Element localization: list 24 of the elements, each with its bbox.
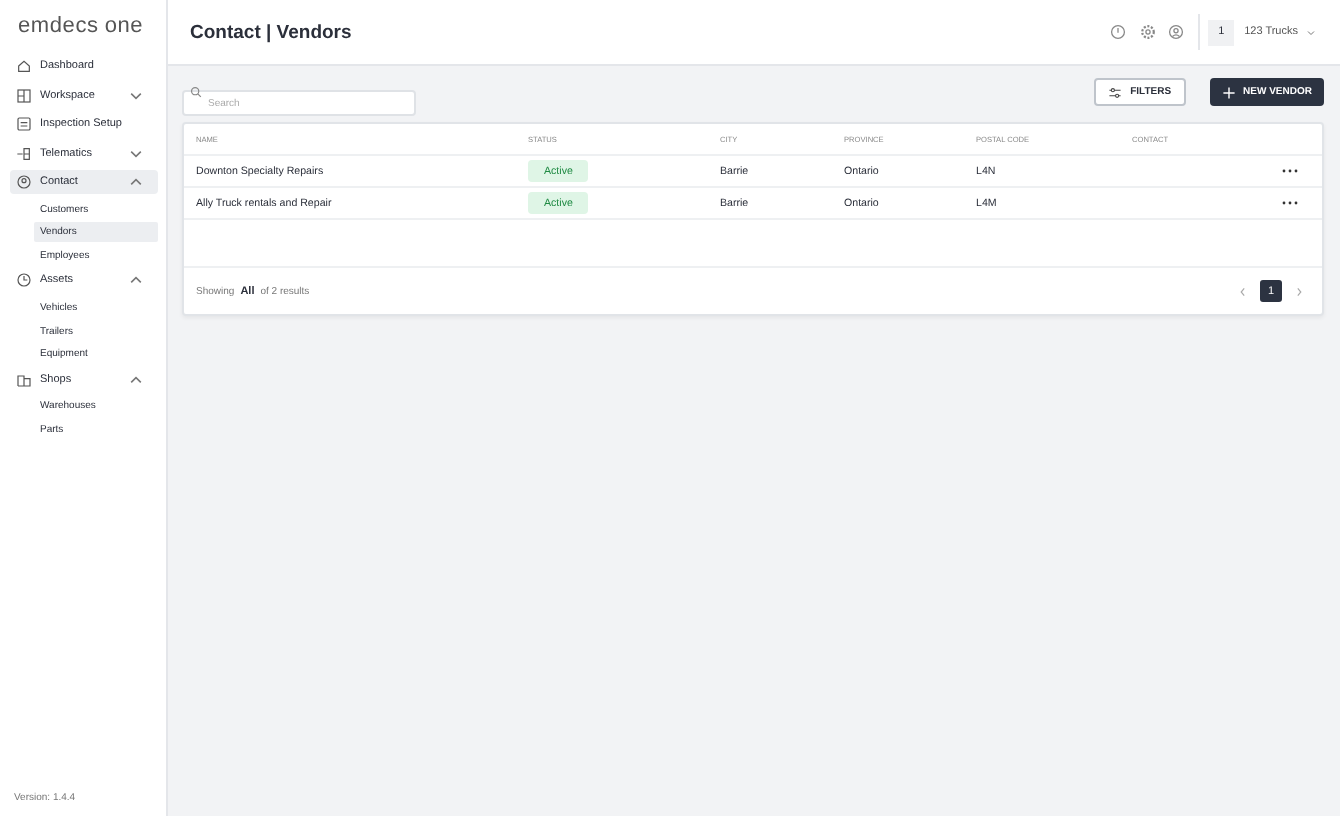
logo-accent: one <box>104 14 144 38</box>
house-icon <box>16 58 32 74</box>
user-icon[interactable] <box>1168 24 1185 40</box>
search-icon <box>190 86 202 98</box>
chevron-up-icon[interactable] <box>128 272 144 289</box>
clock-icon <box>16 272 32 289</box>
chevron-down-icon <box>1306 27 1316 37</box>
more-options-icon[interactable] <box>1282 168 1298 174</box>
clipboard-icon <box>16 116 32 133</box>
building-icon <box>16 371 32 388</box>
signal-icon <box>16 145 32 162</box>
chevron-down-icon[interactable] <box>128 145 144 162</box>
more-options-icon[interactable] <box>1282 200 1298 206</box>
page-title: Contact | Vendors <box>190 21 354 43</box>
settings-icon[interactable] <box>1139 24 1156 40</box>
chevron-up-icon[interactable] <box>128 174 144 191</box>
sliders-icon <box>1108 85 1123 99</box>
chevron-up-icon[interactable] <box>128 371 144 388</box>
logo-text: emdecs <box>18 14 99 38</box>
grid-icon <box>16 87 32 104</box>
help-icon[interactable] <box>1110 24 1127 40</box>
plus-icon <box>1221 85 1236 99</box>
chevron-down-icon[interactable] <box>128 87 144 104</box>
person-circle-icon <box>16 174 32 191</box>
